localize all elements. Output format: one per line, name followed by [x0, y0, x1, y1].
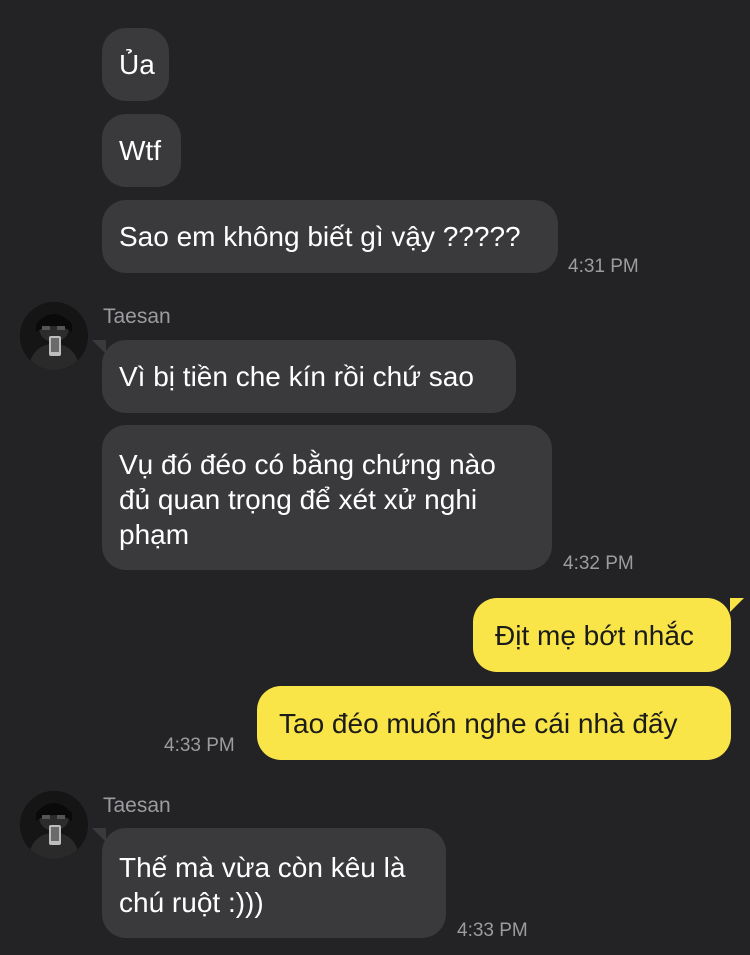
- message-text: Sao em không biết gì vậy ?????: [119, 221, 521, 252]
- message-bubble-incoming[interactable]: Wtf: [102, 114, 181, 187]
- bubble-tail: [92, 340, 106, 354]
- message-bubble-incoming[interactable]: Thế mà vừa còn kêu là chú ruột :))): [102, 828, 446, 938]
- bubble-tail: [92, 828, 106, 842]
- avatar[interactable]: [20, 302, 88, 370]
- message-timestamp: 4:33 PM: [164, 735, 235, 756]
- profile-photo-icon: [20, 791, 88, 859]
- sender-name: Taesan: [103, 794, 171, 817]
- message-text: Vụ đó đéo có bằng chứng nào đủ quan trọn…: [119, 449, 496, 550]
- message-bubble-incoming[interactable]: Sao em không biết gì vậy ?????: [102, 200, 558, 273]
- message-bubble-outgoing[interactable]: Tao đéo muốn nghe cái nhà đấy: [257, 686, 731, 760]
- message-bubble-outgoing[interactable]: Địt mẹ bớt nhắc: [473, 598, 731, 672]
- message-timestamp: 4:32 PM: [563, 553, 634, 574]
- message-bubble-incoming[interactable]: Vì bị tiền che kín rồi chứ sao: [102, 340, 516, 413]
- message-text: Thế mà vừa còn kêu là chú ruột :))): [119, 852, 406, 918]
- bubble-tail: [730, 598, 744, 612]
- message-timestamp: 4:33 PM: [457, 920, 528, 941]
- message-timestamp: 4:31 PM: [568, 256, 639, 277]
- avatar[interactable]: [20, 791, 88, 859]
- message-text: Vì bị tiền che kín rồi chứ sao: [119, 361, 474, 392]
- message-bubble-incoming[interactable]: Vụ đó đéo có bằng chứng nào đủ quan trọn…: [102, 425, 552, 570]
- chat-thread: Ủa Wtf Sao em không biết gì vậy ????? 4:…: [0, 0, 750, 955]
- profile-photo-icon: [20, 302, 88, 370]
- message-text: Tao đéo muốn nghe cái nhà đấy: [279, 707, 678, 739]
- message-bubble-incoming[interactable]: Ủa: [102, 28, 169, 101]
- message-text: Ủa: [119, 49, 155, 80]
- message-text: Wtf: [119, 135, 161, 166]
- sender-name: Taesan: [103, 305, 171, 328]
- message-text: Địt mẹ bớt nhắc: [495, 619, 694, 651]
